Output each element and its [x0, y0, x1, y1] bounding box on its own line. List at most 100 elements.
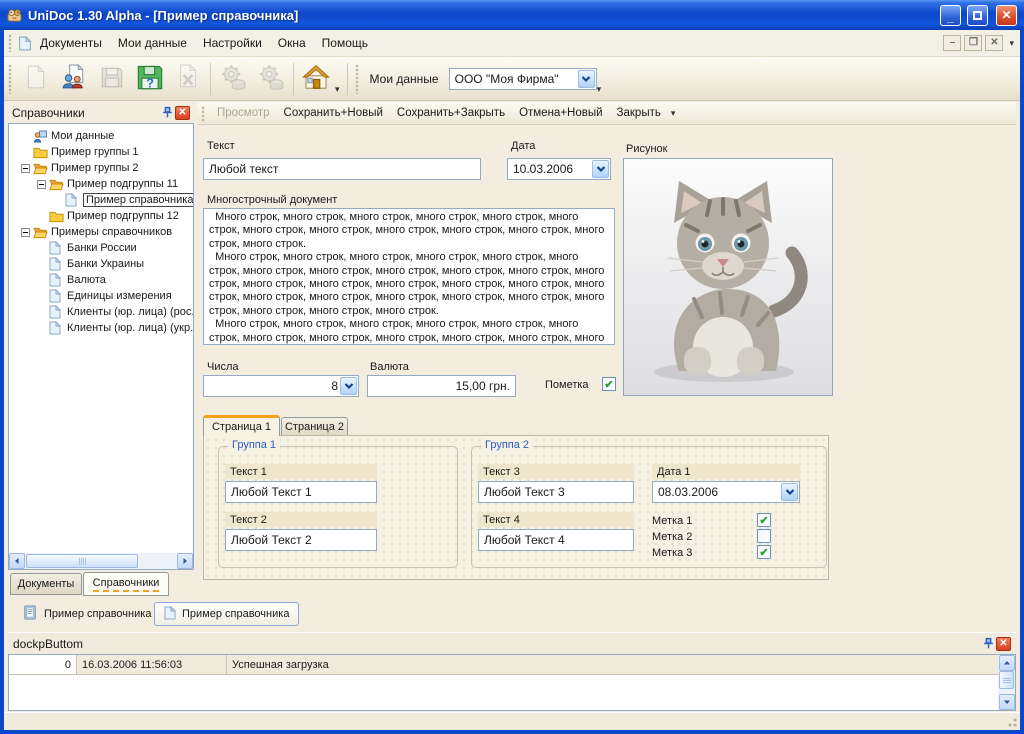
text-input[interactable]: Любой текст: [203, 158, 481, 180]
taskbar-window-button-1[interactable]: Пример справочника: [154, 602, 299, 626]
document-icon: [49, 305, 61, 319]
mark-checkbox-2[interactable]: [757, 529, 771, 543]
number-spinner[interactable]: 8: [203, 375, 359, 397]
tree-item-5[interactable]: Пример подгруппы 12: [9, 208, 193, 224]
chevron-down-icon[interactable]: [781, 483, 798, 501]
contractors-button[interactable]: [55, 60, 93, 98]
expander-minus-icon[interactable]: [21, 164, 30, 173]
home-button[interactable]: [297, 60, 335, 98]
record-action-1[interactable]: Сохранить+Новый: [277, 104, 390, 122]
home-dropdown-icon[interactable]: ▾: [335, 84, 340, 95]
chevron-down-icon[interactable]: [340, 377, 357, 395]
menu-item-2[interactable]: Настройки: [195, 32, 270, 54]
menu-bar: ДокументыМои данныеНастройкиОкнаПомощь –…: [4, 30, 1020, 57]
record-action-3[interactable]: Отмена+Новый: [512, 104, 609, 122]
menu-item-4[interactable]: Помощь: [314, 32, 376, 54]
currency-input[interactable]: 15,00 грн.: [367, 375, 516, 397]
record-toolbar-overflow-icon[interactable]: ▾: [671, 108, 676, 119]
currency-field-label: Валюта: [370, 361, 409, 373]
dock-tab-directories[interactable]: Справочники: [83, 572, 169, 596]
text2-input[interactable]: Любой Текст 2: [225, 529, 377, 551]
tree-item-4[interactable]: Пример справочника: [9, 192, 193, 208]
maximize-button[interactable]: [967, 5, 988, 26]
date1-combobox[interactable]: 08.03.2006: [652, 481, 800, 503]
mdi-restore-button[interactable]: ❐: [964, 35, 982, 51]
tree-item-6[interactable]: Примеры справочников: [9, 224, 193, 240]
toolbar-grip[interactable]: [8, 64, 13, 94]
scrollbar-thumb[interactable]: [26, 554, 138, 568]
save-question-icon: ?: [136, 63, 164, 94]
memo-textarea[interactable]: Много строк, много строк, много строк, м…: [203, 208, 615, 345]
tree-item-3[interactable]: Пример подгруппы 11: [9, 176, 193, 192]
tree-item-7[interactable]: Банки России: [9, 240, 193, 256]
close-button[interactable]: ✕: [996, 5, 1017, 26]
tree-item-8[interactable]: Банки Украины: [9, 256, 193, 272]
pin-icon[interactable]: [160, 105, 175, 120]
mdi-child-icon[interactable]: [17, 36, 32, 51]
clipboard-icon: [23, 605, 38, 620]
tree-item-label: Банки Украины: [67, 258, 144, 270]
minimize-button[interactable]: _: [940, 5, 961, 26]
scroll-down-icon[interactable]: [999, 694, 1015, 710]
scroll-right-icon[interactable]: [177, 553, 193, 569]
save-button[interactable]: [93, 60, 131, 98]
text1-input[interactable]: Любой Текст 1: [225, 481, 377, 503]
tree-item-9[interactable]: Валюта: [9, 272, 193, 288]
expander-minus-icon[interactable]: [37, 180, 46, 189]
tab-page-2[interactable]: Страница 2: [281, 417, 348, 436]
tree-item-10[interactable]: Единицы измерения: [9, 288, 193, 304]
menu-item-0[interactable]: Документы: [32, 32, 110, 54]
bottom-dock-close-button[interactable]: ✕: [996, 637, 1011, 651]
contractors-icon: [61, 64, 87, 93]
home-icon: [301, 62, 331, 95]
tree-item-0[interactable]: Мои данные: [9, 128, 193, 144]
expander-minus-icon[interactable]: [21, 228, 30, 237]
mark-checkbox-1[interactable]: ✔: [757, 513, 771, 527]
mark-label: Метка 1: [652, 515, 692, 527]
menu-item-1[interactable]: Мои данные: [110, 32, 195, 54]
record-toolbar-grip[interactable]: [201, 106, 206, 121]
tab-page-1[interactable]: Страница 1: [203, 415, 280, 436]
dock-tab-documents[interactable]: Документы: [10, 573, 82, 595]
tree-item-2[interactable]: Пример группы 2: [9, 160, 193, 176]
resize-grip[interactable]: [1005, 715, 1018, 728]
text3-input[interactable]: Любой Текст 3: [478, 481, 634, 503]
mark-checkbox[interactable]: ✔: [602, 377, 616, 391]
menubar-overflow-icon[interactable]: ▾: [1009, 38, 1014, 49]
scrollbar-thumb[interactable]: [999, 671, 1014, 689]
new-document-button[interactable]: [17, 60, 55, 98]
scroll-up-icon[interactable]: [999, 655, 1015, 671]
menu-item-3[interactable]: Окна: [270, 32, 314, 54]
log-vertical-scrollbar[interactable]: [998, 655, 1015, 710]
chevron-down-icon[interactable]: [578, 70, 595, 88]
save-ask-button[interactable]: ?: [131, 60, 169, 98]
delete-button[interactable]: [169, 60, 207, 98]
tree-item-12[interactable]: Клиенты (юр. лица) (укр.: [9, 320, 193, 336]
company-combobox[interactable]: ООО "Моя Фирма": [449, 68, 597, 90]
text4-input[interactable]: Любой Текст 4: [478, 529, 634, 551]
document-icon: [49, 321, 61, 335]
log-row[interactable]: 0 16.03.2006 11:56:03 Успешная загрузка: [9, 655, 998, 675]
taskbar-window-button-0[interactable]: Пример справочника: [14, 602, 160, 626]
log-grid: 0 16.03.2006 11:56:03 Успешная загрузка: [8, 654, 1016, 711]
tree-item-11[interactable]: Клиенты (юр. лица) (рос.: [9, 304, 193, 320]
toolbar-overflow-icon[interactable]: ▾: [597, 84, 602, 95]
record-action-4[interactable]: Закрыть: [610, 104, 668, 122]
mark-checkbox-3[interactable]: ✔: [757, 545, 771, 559]
record-action-2[interactable]: Сохранить+Закрыть: [390, 104, 512, 122]
mdi-minimize-button[interactable]: –: [943, 35, 961, 51]
machine-button-2[interactable]: [252, 60, 290, 98]
date-combobox[interactable]: 10.03.2006: [507, 158, 611, 180]
pin-icon[interactable]: [981, 636, 996, 651]
document-icon: [65, 193, 77, 207]
toolbar-grip[interactable]: [355, 64, 360, 94]
tree-item-1[interactable]: Пример группы 1: [9, 144, 193, 160]
mdi-close-button[interactable]: ✕: [985, 35, 1003, 51]
menubar-grip[interactable]: [8, 34, 13, 52]
tree-horizontal-scrollbar[interactable]: [9, 553, 193, 569]
chevron-down-icon[interactable]: [592, 160, 609, 178]
tree-panel-close-button[interactable]: ✕: [175, 106, 190, 120]
log-cell-timestamp: 16.03.2006 11:56:03: [77, 655, 227, 674]
scroll-left-icon[interactable]: [9, 553, 25, 569]
machine-button-1[interactable]: [214, 60, 252, 98]
